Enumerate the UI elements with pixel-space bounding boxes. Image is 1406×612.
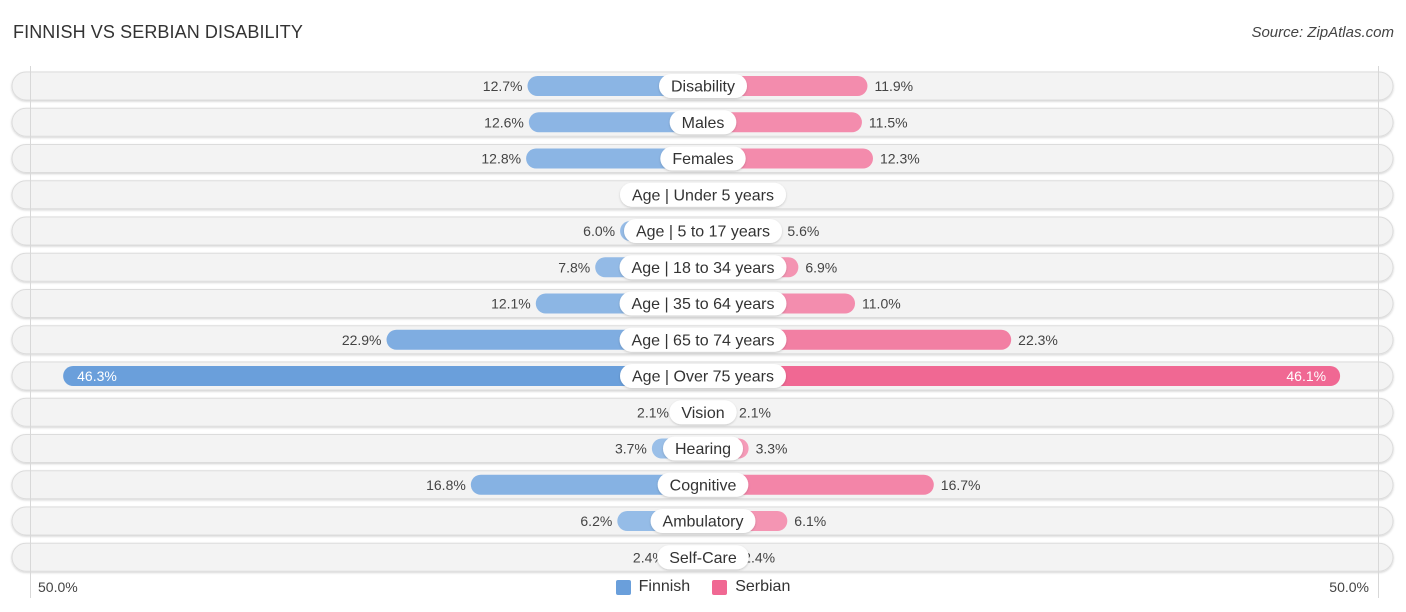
value-label-serbian: 16.7% — [941, 477, 981, 493]
value-label-serbian: 3.3% — [756, 441, 788, 457]
value-label-finnish: 6.0% — [583, 223, 615, 239]
legend-label-finnish: Finnish — [638, 578, 691, 595]
value-label-serbian: 22.3% — [1018, 332, 1058, 348]
category-label: Age | 18 to 34 years — [632, 260, 775, 277]
category-label: Cognitive — [670, 477, 737, 494]
bar-finnish — [63, 366, 714, 386]
legend-swatch-serbian — [712, 579, 728, 595]
legend-label-serbian: Serbian — [735, 578, 791, 595]
value-label-serbian: 5.6% — [787, 223, 819, 239]
category-label: Age | 5 to 17 years — [636, 224, 770, 241]
legend: Finnish Serbian — [0, 578, 1406, 596]
bar-serbian — [693, 366, 1341, 386]
value-label-finnish: 16.8% — [426, 477, 466, 493]
value-label-finnish: 12.8% — [481, 151, 521, 167]
value-label-finnish: 46.3% — [77, 368, 117, 384]
category-label: Males — [682, 115, 725, 132]
diverging-bar-chart: 12.7% 11.9% Disability 12.6% 11.5% Males 12.8%… — [11, 66, 1394, 598]
value-label-serbian: 46.1% — [1286, 368, 1326, 384]
value-label-finnish: 12.1% — [491, 296, 531, 312]
value-label-serbian: 11.0% — [862, 296, 901, 312]
category-label: Age | 65 to 74 years — [632, 332, 775, 349]
value-label-serbian: 11.5% — [869, 114, 908, 130]
legend-item-serbian[interactable]: Serbian — [712, 578, 790, 596]
value-label-finnish: 2.1% — [637, 404, 669, 420]
value-label-finnish: 3.7% — [615, 441, 647, 457]
value-label-serbian: 11.9% — [874, 78, 913, 94]
category-label: Age | Over 75 years — [632, 369, 774, 386]
value-label-finnish: 22.9% — [342, 332, 382, 348]
category-label: Ambulatory — [663, 514, 744, 531]
category-label: Females — [672, 151, 733, 168]
category-label: Hearing — [675, 441, 731, 458]
category-label: Self-Care — [669, 550, 737, 567]
value-label-serbian: 6.1% — [794, 513, 826, 529]
value-label-serbian: 2.1% — [739, 404, 771, 420]
category-label: Age | 35 to 64 years — [632, 296, 775, 313]
value-label-serbian: 6.9% — [805, 259, 837, 275]
category-label: Disability — [671, 79, 735, 96]
category-label: Vision — [681, 405, 724, 422]
legend-swatch-finnish — [615, 579, 631, 595]
value-label-finnish: 6.2% — [580, 513, 612, 529]
legend-item-finnish[interactable]: Finnish — [615, 578, 691, 596]
value-label-finnish: 7.8% — [558, 259, 590, 275]
category-label: Age | Under 5 years — [632, 187, 774, 204]
value-label-serbian: 12.3% — [880, 151, 920, 167]
value-label-finnish: 12.7% — [483, 78, 523, 94]
value-label-finnish: 12.6% — [484, 114, 524, 130]
